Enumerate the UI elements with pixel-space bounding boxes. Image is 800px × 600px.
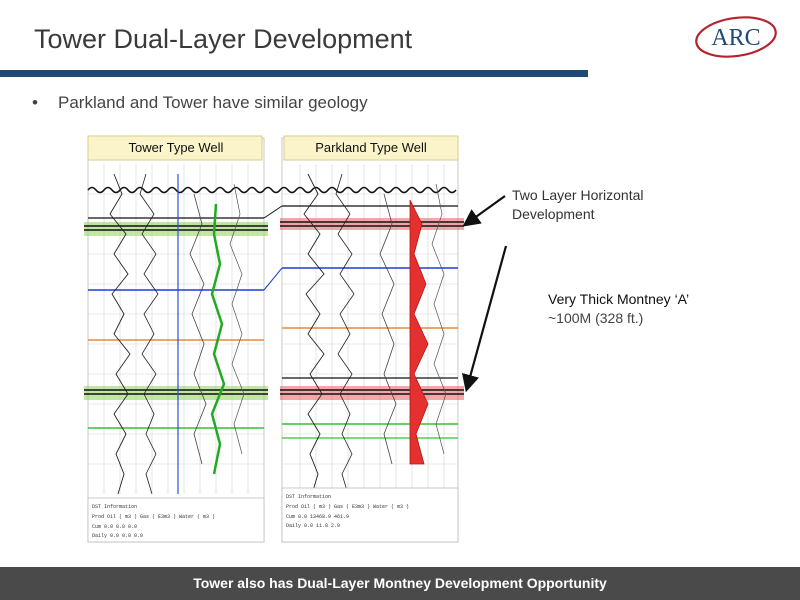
two-layer-line-1: Two Layer Horizontal (512, 187, 644, 203)
arrow-to-lower-marker (462, 245, 508, 393)
thick-montney-line-1: Very Thick Montney ‘A’ (548, 291, 690, 307)
right-lower-marker-glow (280, 386, 464, 400)
slide-title: Tower Dual-Layer Development (34, 24, 413, 54)
right-upper-marker-glow (280, 218, 464, 230)
header-rule (0, 70, 588, 77)
left-lower-marker-glow (84, 386, 268, 400)
two-layer-annotation: Two Layer Horizontal Development (512, 186, 692, 224)
right-log-panel (281, 137, 459, 543)
thick-montney-line-2: ~100M (328 ft.) (548, 310, 644, 326)
right-panel-title: Parkland Type Well (315, 140, 427, 155)
right-info-line-3: Cum 0.0 13468.9 461.9 (286, 514, 349, 520)
left-upper-marker-glow (84, 222, 268, 236)
arc-logo: ARC (695, 16, 777, 58)
logo-text: ARC (711, 25, 760, 51)
right-info-line-1: DST Information (286, 494, 331, 500)
thick-montney-annotation: Very Thick Montney ‘A’ ~100M (328 ft.) (548, 290, 748, 328)
right-info-line-4: Daily 0.0 11.8 2.9 (286, 523, 340, 529)
bullet-item: • Parkland and Tower have similar geology (32, 93, 368, 113)
two-layer-line-2: Development (512, 206, 595, 222)
left-info-line-3: Cum 0.0 0.0 0.0 (92, 524, 137, 530)
bullet-dot: • (32, 93, 38, 112)
left-info-line-4: Daily 0.0 0.0 0.0 (92, 533, 143, 539)
left-info-line-2: Prod Oil ( m3 ) Gas ( E3m3 ) Water ( m3 … (92, 514, 215, 520)
left-info-line-1: DST Information (92, 504, 137, 510)
bullet-text: Parkland and Tower have similar geology (58, 93, 368, 112)
well-log-figure: Tower Type Well Parkland Type Well DST I… (84, 134, 472, 546)
left-panel-title: Tower Type Well (129, 140, 224, 155)
footer-bar: Tower also has Dual-Layer Montney Develo… (0, 567, 800, 600)
footer-text: Tower also has Dual-Layer Montney Develo… (193, 575, 607, 591)
right-info-line-2: Prod Oil ( m3 ) Gas ( E3m3 ) Water ( m3 … (286, 504, 409, 510)
